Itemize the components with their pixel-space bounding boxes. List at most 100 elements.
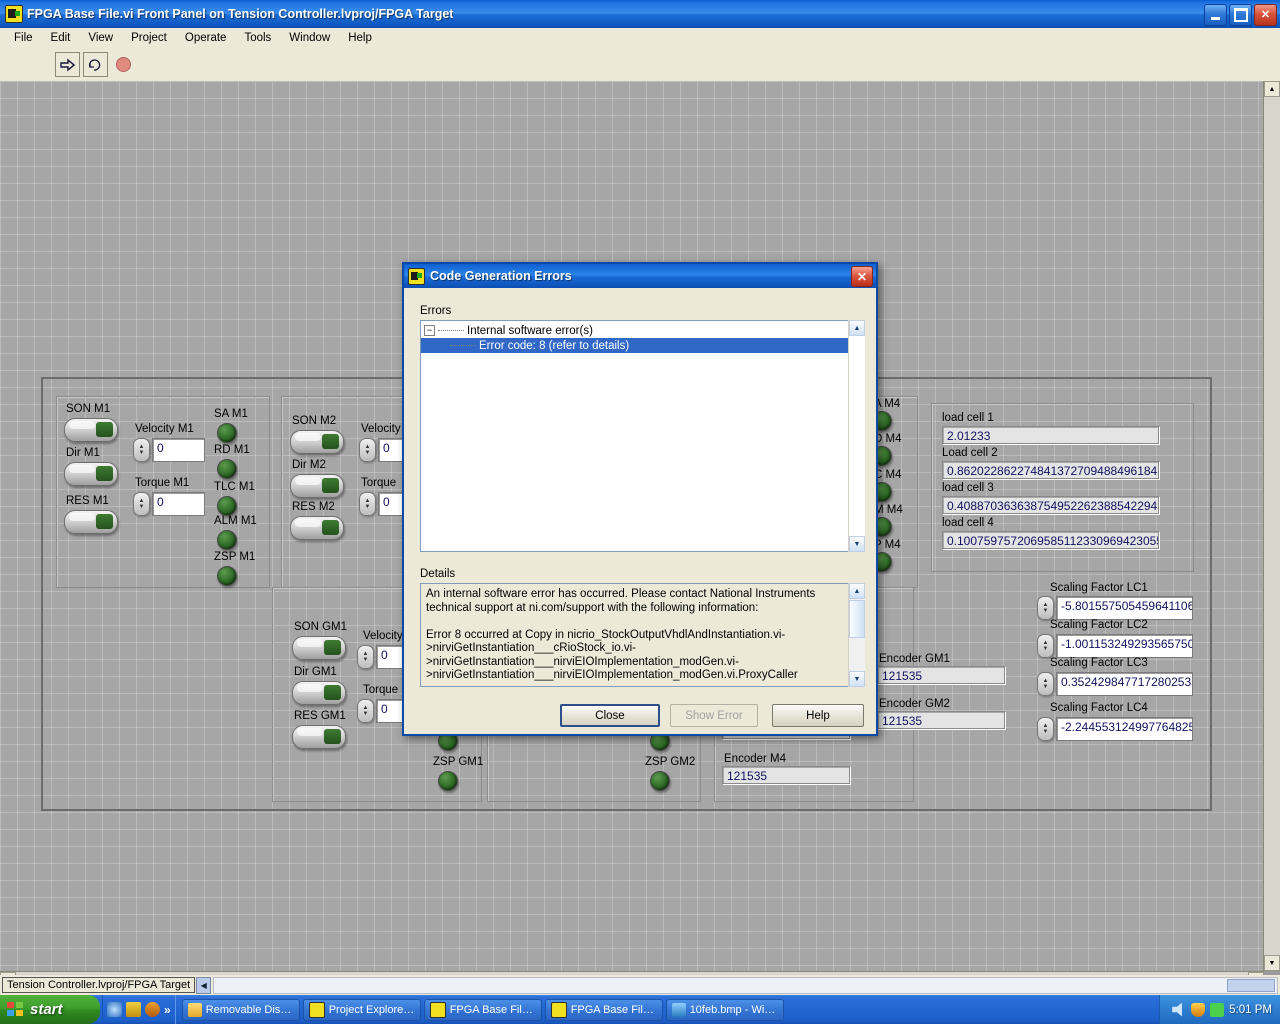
scaling-lc3-input[interactable]: 0.35242984771728025350҉ xyxy=(1056,672,1193,696)
gm1-dir-switch[interactable] xyxy=(292,681,346,705)
labview-icon xyxy=(550,1001,567,1018)
scaling-lc1-label: Scaling Factor LC1 xyxy=(1050,582,1148,594)
scaling-lc4-stepper[interactable]: ▲ ▼ xyxy=(1037,717,1054,741)
network-icon[interactable] xyxy=(1210,1002,1225,1017)
taskbar-button[interactable]: FPGA Base File.vi Blo... xyxy=(544,998,663,1021)
taskbar-button-label: FPGA Base File.vi Blo... xyxy=(570,1003,657,1016)
details-text[interactable]: An internal software error has occurred.… xyxy=(420,583,864,687)
expander-collapse-icon[interactable]: − xyxy=(424,325,435,336)
m1-rd-led xyxy=(217,459,237,479)
minimize-button[interactable] xyxy=(1204,4,1227,26)
quick-launch-overflow-icon[interactable]: » xyxy=(164,1003,171,1017)
tree-item-label: Internal software error(s) xyxy=(467,324,593,337)
dialog-labview-icon xyxy=(408,267,425,285)
vi-toolbar: 13pt Application Font ▼ ▼ ▼ ▼ ▼ ? xyxy=(0,48,1280,130)
m2-son-label: SON M2 xyxy=(292,415,337,427)
taskbar-button[interactable]: Project Explorer - Te... xyxy=(302,998,421,1021)
desktop-icon[interactable] xyxy=(145,1002,160,1017)
m2-res-switch[interactable] xyxy=(290,516,344,540)
details-scroll-up-button[interactable]: ▲ xyxy=(849,583,865,599)
menu-view[interactable]: View xyxy=(79,30,122,46)
menubar: File Edit View Project Operate Tools Win… xyxy=(0,28,1280,49)
details-scroll-thumb[interactable] xyxy=(849,600,865,638)
m1-velocity-input[interactable]: 0 xyxy=(152,438,205,462)
gm2-zsp-label: ZSP GM2 xyxy=(645,756,696,768)
ie-icon[interactable] xyxy=(107,1002,122,1017)
m1-son-switch[interactable] xyxy=(64,418,118,442)
scaling-lc1-stepper[interactable]: ▲ ▼ xyxy=(1037,596,1054,620)
m2-torque-stepper[interactable]: ▲ ▼ xyxy=(359,492,376,516)
code-generation-errors-dialog[interactable]: Code Generation Errors ✕ Errors − Intern… xyxy=(402,262,878,736)
m2-son-switch[interactable] xyxy=(290,430,344,454)
tree-row[interactable]: Error code: 8 (refer to details) xyxy=(421,338,863,353)
run-continuously-button[interactable] xyxy=(83,52,108,77)
close-window-button[interactable]: ✕ xyxy=(1254,4,1277,26)
menu-tools[interactable]: Tools xyxy=(235,30,280,46)
status-scroll-left-icon[interactable]: ◀ xyxy=(196,976,212,994)
labview-vi-icon xyxy=(5,5,23,23)
menu-edit[interactable]: Edit xyxy=(42,30,80,46)
quick-launch-bar: » xyxy=(102,995,176,1024)
abort-execution-button[interactable] xyxy=(111,52,136,77)
errors-scroll-up-button[interactable]: ▲ xyxy=(849,320,865,336)
taskbar-buttons: Removable Disk (E:) Project Explorer - T… xyxy=(181,998,784,1021)
m4-rd-label: D M4 xyxy=(874,433,902,445)
menu-window[interactable]: Window xyxy=(280,30,339,46)
m1-res-label: RES M1 xyxy=(66,495,109,507)
scaling-lc4-input[interactable]: -2.2445531249977648258҉ xyxy=(1056,717,1193,741)
taskbar-button-label: 10feb.bmp - Window... xyxy=(689,1003,778,1016)
gm1-velocity-stepper[interactable]: ▲ ▼ xyxy=(357,645,374,669)
menu-project[interactable]: Project xyxy=(122,30,176,46)
details-scrollbar[interactable]: ▲ ▼ xyxy=(848,583,865,687)
status-scroll-thumb[interactable] xyxy=(1227,978,1275,992)
scaling-lc1-input[interactable]: -5.8015575054596411064҉ xyxy=(1056,596,1193,620)
errors-tree-listbox[interactable]: − Internal software error(s) Error code:… xyxy=(420,320,864,552)
load-cell-2-indicator: 0.86202286227484137270948849618434҉ xyxy=(942,461,1159,479)
errors-tree-scrollbar[interactable]: ▲ ▼ xyxy=(848,320,865,552)
start-button[interactable]: start xyxy=(0,995,100,1024)
errors-scroll-down-button[interactable]: ▼ xyxy=(849,536,865,552)
menu-help[interactable]: Help xyxy=(339,30,381,46)
gm1-son-switch[interactable] xyxy=(292,636,346,660)
m1-torque-input[interactable]: 0 xyxy=(152,492,205,516)
scaling-lc2-input[interactable]: -1.0011532492935657501҉ xyxy=(1056,634,1193,658)
taskbar-button-label: Project Explorer - Te... xyxy=(328,1003,415,1016)
volume-icon[interactable] xyxy=(1172,1002,1182,1017)
m1-velocity-stepper[interactable]: ▲ ▼ xyxy=(133,438,150,462)
status-scroll-track[interactable] xyxy=(213,976,1278,994)
taskbar-button[interactable]: Removable Disk (E:) xyxy=(181,998,300,1021)
scaling-lc2-stepper[interactable]: ▲ ▼ xyxy=(1037,634,1054,658)
gm2-zsp-led xyxy=(650,771,670,791)
m2-velocity-stepper[interactable]: ▲ ▼ xyxy=(359,438,376,462)
m1-dir-switch[interactable] xyxy=(64,462,118,486)
tree-item-label: Error code: 8 (refer to details) xyxy=(479,339,630,352)
m1-torque-label: Torque M1 xyxy=(135,477,190,489)
taskbar-clock[interactable]: 5:01 PM xyxy=(1229,1004,1272,1016)
menu-file[interactable]: File xyxy=(5,30,42,46)
dialog-help-button[interactable]: Help xyxy=(772,704,864,727)
media-icon[interactable] xyxy=(126,1002,141,1017)
taskbar-button-label: FPGA Base File.vi Fro... xyxy=(449,1003,536,1016)
m1-res-switch[interactable] xyxy=(64,510,118,534)
run-button[interactable] xyxy=(55,52,80,77)
scaling-lc3-stepper[interactable]: ▲ ▼ xyxy=(1037,672,1054,696)
panel-vertical-scrollbar[interactable]: ▲ ▼ xyxy=(1263,81,1280,971)
tree-connector-line xyxy=(450,345,476,346)
taskbar-button[interactable]: 10feb.bmp - Window... xyxy=(665,998,784,1021)
dialog-close-icon[interactable]: ✕ xyxy=(851,266,873,287)
menu-operate[interactable]: Operate xyxy=(176,30,236,46)
gm1-torque-stepper[interactable]: ▲ ▼ xyxy=(357,699,374,723)
details-scroll-down-button[interactable]: ▼ xyxy=(849,671,865,687)
gm1-res-switch[interactable] xyxy=(292,725,346,749)
dialog-close-button[interactable]: Close xyxy=(560,704,660,727)
tree-row[interactable]: − Internal software error(s) xyxy=(421,323,863,338)
m1-torque-stepper[interactable]: ▲ ▼ xyxy=(133,492,150,516)
shield-icon[interactable] xyxy=(1191,1002,1206,1017)
m2-dir-switch[interactable] xyxy=(290,474,344,498)
details-section-label: Details xyxy=(420,568,456,580)
encoder-m4-indicator: 121535 xyxy=(722,766,850,784)
maximize-button[interactable] xyxy=(1229,4,1252,26)
taskbar-button[interactable]: FPGA Base File.vi Fro... xyxy=(423,998,542,1021)
front-panel-canvas[interactable]: SON M1 Dir M1 RES M1 Velocity M1 ▲ ▼ 0 To… xyxy=(0,81,1264,971)
window-buttons: ✕ xyxy=(1204,4,1277,26)
